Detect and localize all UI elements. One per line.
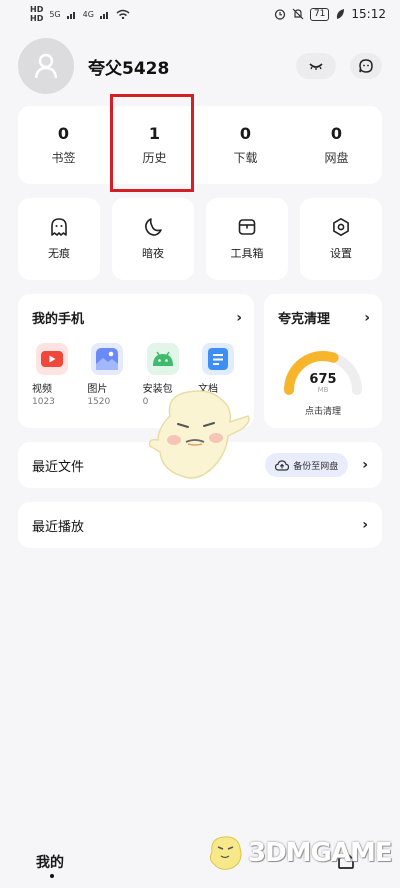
sim1-label: HD xyxy=(30,5,44,14)
recent-play-title: 最近播放 xyxy=(32,519,85,535)
nav-tab-mine[interactable]: 我的 xyxy=(36,852,64,872)
stat-downloads[interactable]: 0 下载 xyxy=(200,106,291,184)
my-phone-title: 我的手机 xyxy=(32,312,85,327)
item-count: 1520 xyxy=(87,397,111,407)
chevron-right-icon: › xyxy=(364,309,370,326)
alarm-icon xyxy=(274,9,286,20)
chat-button[interactable] xyxy=(350,53,382,79)
stat-label: 网盘 xyxy=(324,151,349,165)
image-icon xyxy=(91,343,124,375)
watermark-text: 3DMGAME xyxy=(248,838,393,868)
status-right: 71 15:12 xyxy=(274,7,386,21)
stat-value: 0 xyxy=(239,124,252,143)
stat-bookmarks[interactable]: 0 书签 xyxy=(18,106,109,184)
stat-cloud-drive[interactable]: 0 网盘 xyxy=(291,106,382,184)
user-icon xyxy=(34,53,58,79)
toolbox-icon xyxy=(238,219,256,235)
clock: 15:12 xyxy=(351,7,386,21)
profile-header: 夸父5428 xyxy=(18,38,382,94)
tool-settings[interactable]: 设置 xyxy=(300,198,382,280)
android-icon xyxy=(146,343,179,375)
eye-mode-button[interactable] xyxy=(296,53,336,79)
recent-files-title: 最近文件 xyxy=(32,459,85,475)
stats-card: 0 书签 1 历史 0 下载 0 网盘 xyxy=(18,106,382,184)
recent-play-row[interactable]: 最近播放 › xyxy=(18,502,382,548)
my-phone-header: 我的手机 › xyxy=(18,294,254,328)
moon-icon xyxy=(145,218,162,236)
signal1-label: 5G xyxy=(49,9,61,19)
stat-label: 下载 xyxy=(233,151,258,165)
status-bar: HD HD 5G 4G 71 15:12 xyxy=(0,0,400,28)
clean-action-label[interactable]: 点击清理 xyxy=(264,404,382,417)
closed-eye-icon xyxy=(309,63,323,70)
stat-value: 0 xyxy=(57,124,70,143)
profile-actions xyxy=(296,53,382,79)
signal-bars-icon xyxy=(66,11,75,19)
watermark-logo: 3DMGAME xyxy=(204,832,393,874)
sim-indicators: HD HD xyxy=(30,5,43,23)
clean-header: 夸克清理 › xyxy=(264,294,382,328)
item-name: 图片 xyxy=(87,384,108,395)
active-tab-indicator xyxy=(50,874,54,878)
wifi-icon xyxy=(116,9,130,19)
tool-night-mode[interactable]: 暗夜 xyxy=(112,198,194,280)
document-icon xyxy=(201,343,234,375)
avatar[interactable] xyxy=(18,38,74,94)
username[interactable]: 夸父5428 xyxy=(88,54,169,79)
stat-value: 0 xyxy=(330,124,343,143)
clean-value: 675 xyxy=(309,372,337,387)
battery-indicator: 71 xyxy=(309,7,330,21)
tool-toolbox[interactable]: 工具箱 xyxy=(206,198,288,280)
signal-bars-icon xyxy=(99,11,108,19)
cloud-upload-icon xyxy=(275,459,290,471)
quark-clean-card[interactable]: 夸克清理 › 675 MB 点击清理 xyxy=(264,294,382,428)
clean-title: 夸克清理 xyxy=(278,312,331,327)
tool-label: 无痕 xyxy=(48,247,70,260)
video-icon xyxy=(36,343,68,375)
chevron-right-icon: › xyxy=(362,517,368,533)
phone-item-images[interactable]: 图片 1520 xyxy=(87,343,131,408)
ghost-icon xyxy=(51,218,67,236)
chevron-right-icon: › xyxy=(362,457,368,473)
stat-label: 书签 xyxy=(51,151,76,165)
item-count: 1023 xyxy=(32,397,55,407)
sim2-label: HD xyxy=(30,14,44,23)
backup-label: 备份至网盘 xyxy=(293,461,339,472)
tool-label: 设置 xyxy=(330,247,352,260)
phone-item-video[interactable]: 视频 1023 xyxy=(32,343,76,408)
chevron-right-icon: › xyxy=(236,309,242,326)
tool-label: 暗夜 xyxy=(142,247,164,260)
highlight-annotation-box xyxy=(110,94,194,192)
item-name: 视频 xyxy=(32,384,52,395)
watermark-mascot-icon xyxy=(209,836,242,870)
status-left: HD HD 5G 4G xyxy=(30,5,130,23)
backup-to-cloud-button[interactable]: 备份至网盘 xyxy=(265,453,349,477)
mascot-character xyxy=(148,390,250,479)
signal2-label: 4G xyxy=(82,9,94,19)
tool-incognito[interactable]: 无痕 xyxy=(18,198,100,280)
clean-unit: MB xyxy=(317,386,329,394)
tools-row: 无痕 暗夜 工具箱 设置 xyxy=(18,198,382,280)
tool-label: 工具箱 xyxy=(230,247,264,260)
leaf-icon xyxy=(337,9,345,19)
mute-icon xyxy=(292,8,304,20)
chat-bubble-icon xyxy=(359,59,373,73)
gear-icon xyxy=(333,218,349,236)
